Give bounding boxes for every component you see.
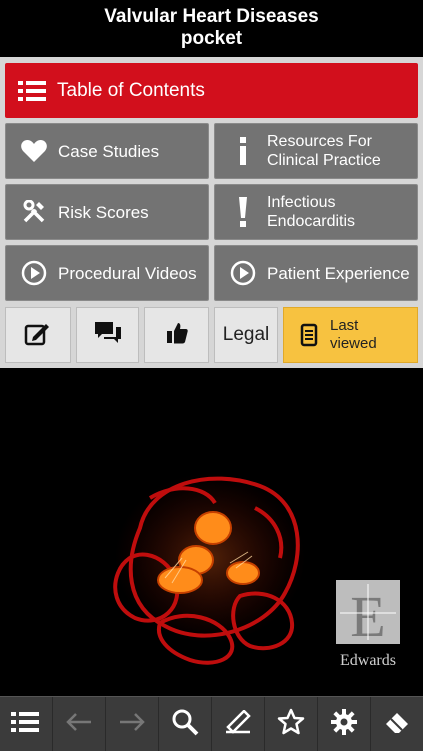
document-icon xyxy=(300,323,318,347)
toolbar-forward-button[interactable] xyxy=(105,697,158,751)
case-studies-label: Case Studies xyxy=(58,141,160,161)
exclamation-icon xyxy=(225,197,261,227)
edwards-logo: E Edwards xyxy=(336,580,400,669)
app-title-line1: Valvular Heart Diseases xyxy=(104,6,319,27)
chat-icon xyxy=(93,320,123,351)
heart-icon xyxy=(16,136,52,166)
heart-valve-illustration: E Edwards xyxy=(113,473,400,669)
last-viewed-label: Last viewed xyxy=(330,317,377,353)
app-header: Valvular Heart Diseases pocket xyxy=(0,0,423,57)
resources-label: Resources For Clinical Practice xyxy=(267,132,381,170)
heart-valve-image: E Edwards xyxy=(0,368,423,696)
feedback-button[interactable] xyxy=(5,307,71,363)
app-title-line2: pocket xyxy=(180,28,243,49)
thumbs-up-icon xyxy=(166,321,188,350)
last-viewed-line2: viewed xyxy=(330,335,377,352)
procedural-videos-label: Procedural Videos xyxy=(58,263,197,283)
resources-label-line1: Resources For xyxy=(267,133,372,150)
toolbar-clear-button[interactable] xyxy=(370,697,423,751)
last-viewed-button[interactable]: Last viewed xyxy=(283,307,418,363)
edwards-logo-text: Edwards xyxy=(340,652,396,669)
case-studies-button[interactable]: Case Studies xyxy=(5,123,209,179)
legal-button[interactable]: Legal xyxy=(214,307,278,363)
search-icon xyxy=(171,708,199,741)
toolbar-back-button[interactable] xyxy=(52,697,105,751)
procedural-videos-button[interactable]: Procedural Videos xyxy=(5,245,209,301)
gear-icon xyxy=(330,708,358,741)
toolbar-favorite-button[interactable] xyxy=(264,697,317,751)
toolbar-contents-button[interactable] xyxy=(0,697,52,751)
info-icon xyxy=(225,136,261,166)
infectious-endocarditis-label: Infectious Endocarditis xyxy=(267,193,355,231)
risk-scores-button[interactable]: Risk Scores xyxy=(5,184,209,240)
infectious-endocarditis-button[interactable]: Infectious Endocarditis xyxy=(214,184,418,240)
play-icon xyxy=(225,258,261,288)
list-icon xyxy=(15,76,51,106)
bottom-toolbar xyxy=(0,696,423,751)
endocarditis-label-line2: Endocarditis xyxy=(267,213,356,230)
list-icon xyxy=(11,711,41,738)
toolbar-settings-button[interactable] xyxy=(317,697,370,751)
tools-icon xyxy=(16,197,52,227)
last-viewed-line1: Last xyxy=(330,317,359,334)
resources-label-line2: Clinical Practice xyxy=(267,152,381,169)
like-button[interactable] xyxy=(144,307,209,363)
chat-button[interactable] xyxy=(76,307,139,363)
forward-arrow-icon xyxy=(118,711,146,738)
play-icon xyxy=(16,258,52,288)
risk-scores-label: Risk Scores xyxy=(58,202,149,222)
pen-icon xyxy=(224,708,252,739)
table-of-contents-label: Table of Contents xyxy=(57,80,205,101)
edit-note-icon xyxy=(24,320,52,351)
main-menu: Table of Contents Case Studies Resources… xyxy=(0,57,423,368)
patient-experience-button[interactable]: Patient Experience xyxy=(214,245,418,301)
legal-label: Legal xyxy=(222,324,270,345)
table-of-contents-button[interactable]: Table of Contents xyxy=(5,63,418,118)
star-icon xyxy=(277,708,305,741)
patient-experience-label: Patient Experience xyxy=(267,263,410,283)
back-arrow-icon xyxy=(65,711,93,738)
toolbar-search-button[interactable] xyxy=(158,697,211,751)
resources-button[interactable]: Resources For Clinical Practice xyxy=(214,123,418,179)
toolbar-annotate-button[interactable] xyxy=(211,697,264,751)
endocarditis-label-line1: Infectious xyxy=(267,194,336,211)
eraser-icon xyxy=(383,709,411,740)
